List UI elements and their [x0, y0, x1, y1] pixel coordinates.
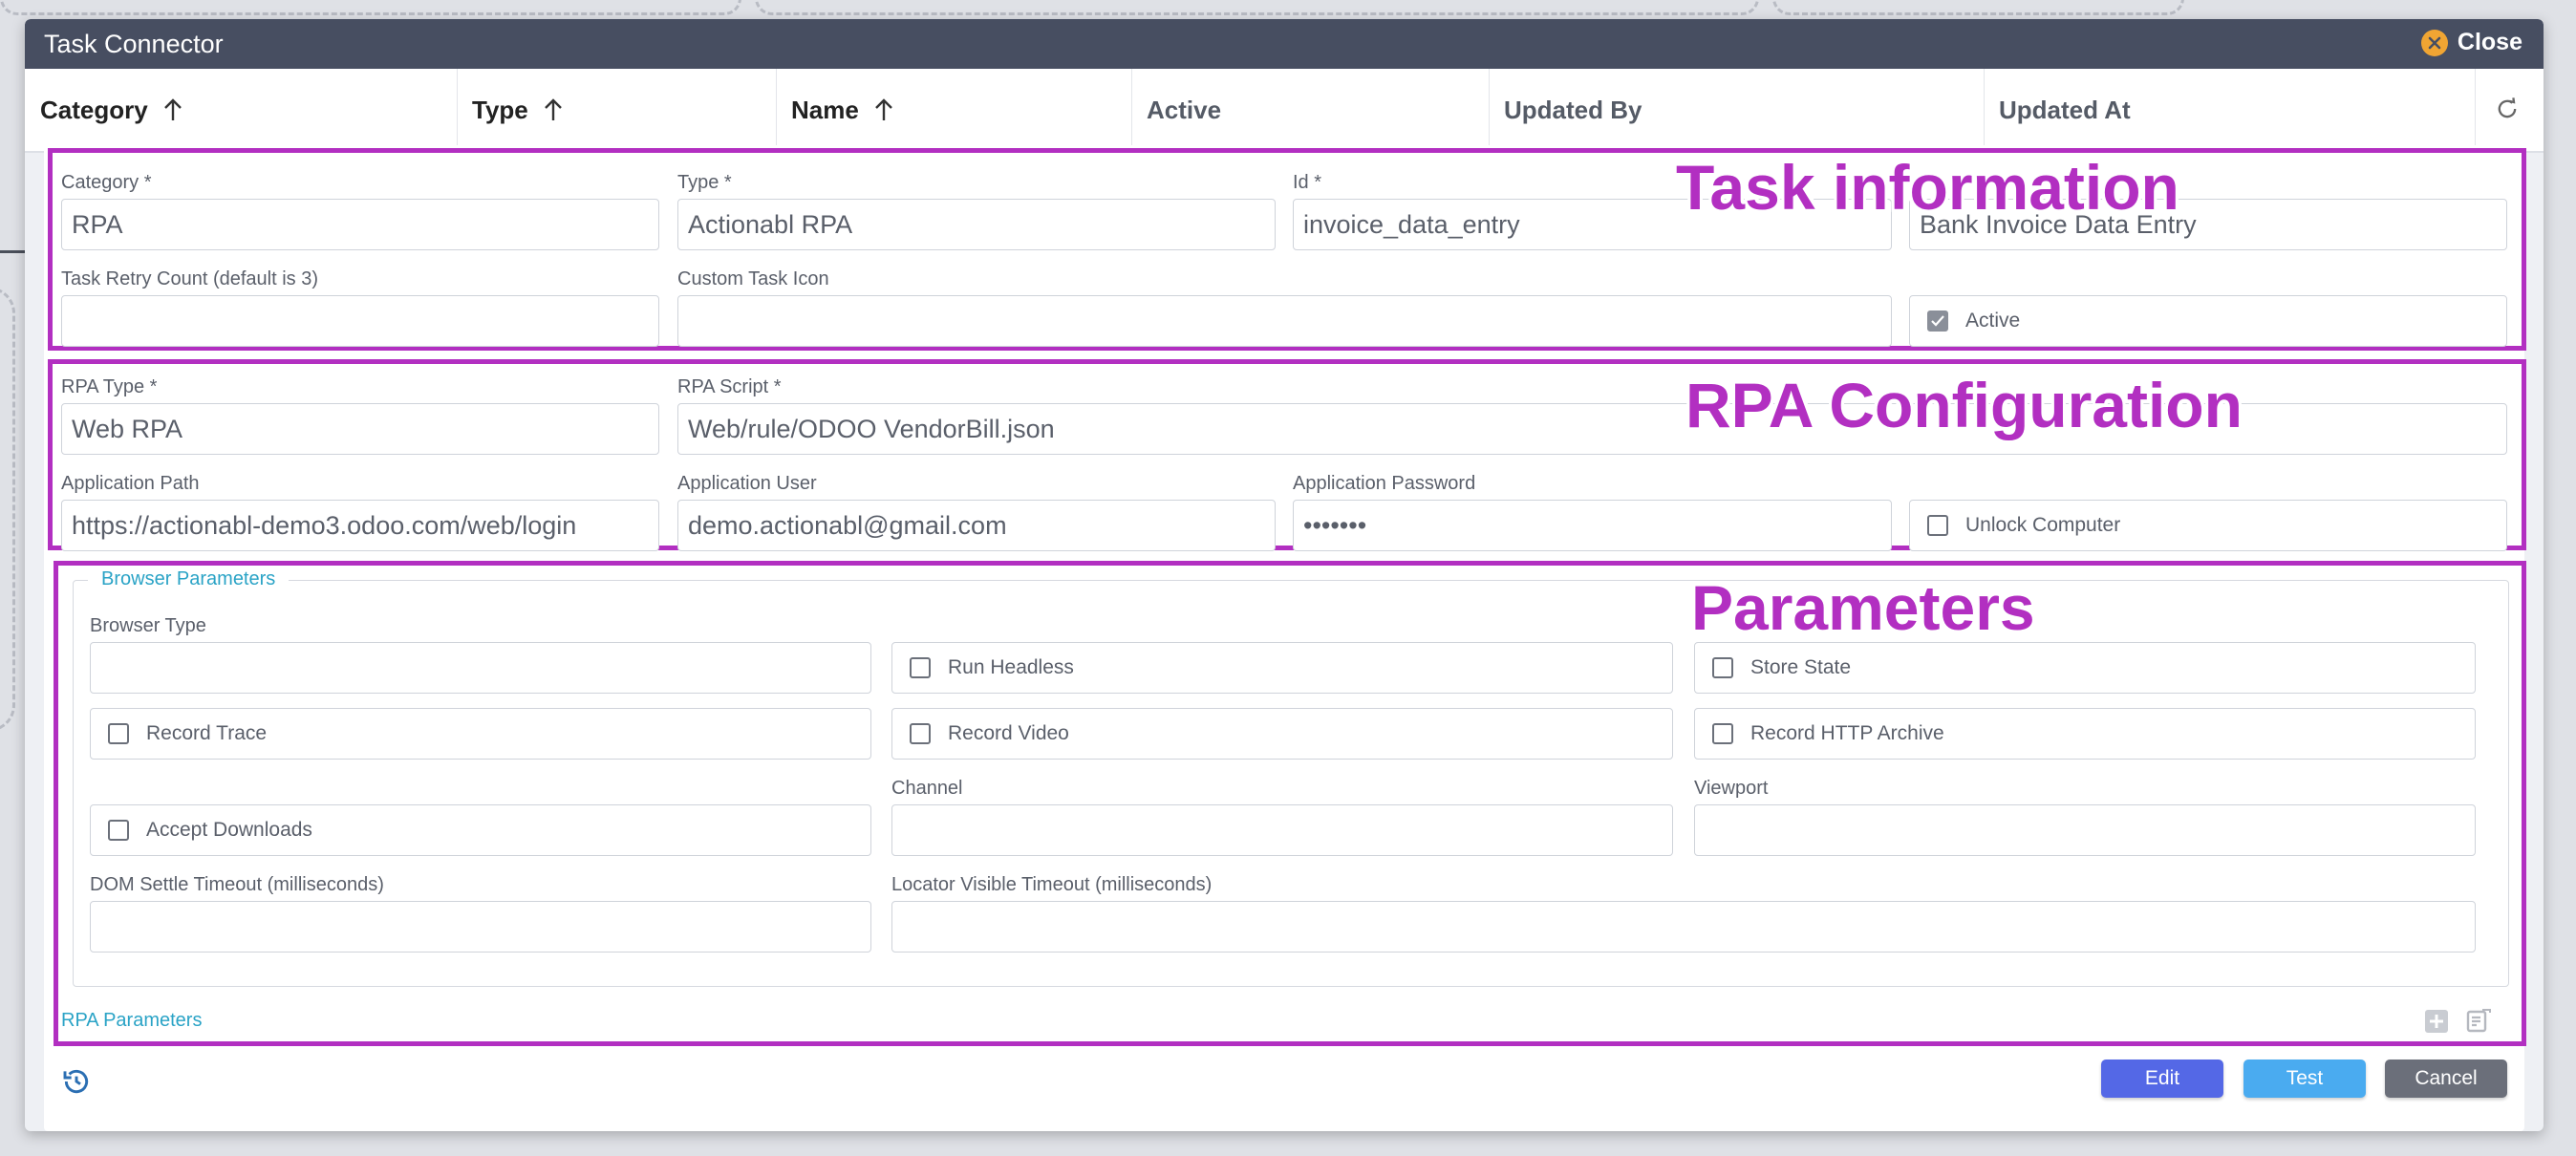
background-node [755, 0, 1759, 15]
custom-icon-field[interactable] [677, 295, 1892, 347]
unlock-computer-field: Unlock Computer [1909, 500, 2507, 551]
application-user-label: Application User [677, 473, 817, 494]
active-checkbox[interactable] [1927, 310, 1948, 332]
column-updated-by-label: Updated By [1504, 95, 1642, 124]
task-connector-dialog: Task Connector Close Category Type Name … [25, 19, 2544, 1131]
column-active-label: Active [1147, 95, 1222, 124]
store-state-label: Store State [1750, 656, 1852, 678]
dialog-titlebar: Task Connector Close [25, 19, 2544, 69]
column-name[interactable]: Name [776, 69, 1132, 151]
type-field[interactable]: Actionabl RPA [677, 199, 1276, 250]
column-updated-at-label: Updated At [1999, 95, 2131, 124]
column-category-label: Category [40, 95, 148, 124]
locator-visible-timeout-field[interactable] [891, 901, 2476, 953]
record-trace-field: Record Trace [90, 708, 871, 760]
task-retry-field[interactable] [61, 295, 659, 347]
edit-parameters-icon[interactable] [2465, 1007, 2492, 1038]
annotation-task-information: Task information [1676, 152, 2179, 223]
active-label: Active [1965, 310, 2021, 332]
channel-field[interactable] [891, 804, 1673, 856]
record-http-archive-field: Record HTTP Archive [1694, 708, 2476, 760]
browser-type-field[interactable] [90, 642, 871, 694]
close-label: Close [2457, 29, 2522, 55]
rpa-script-label: RPA Script * [677, 376, 782, 397]
accept-downloads-checkbox[interactable] [108, 820, 129, 841]
test-button[interactable]: Test [2243, 1060, 2366, 1098]
column-active[interactable]: Active [1131, 69, 1490, 151]
column-type-label: Type [472, 95, 528, 124]
browser-type-label: Browser Type [90, 615, 206, 636]
id-label: Id * [1293, 172, 1322, 193]
type-label: Type * [677, 172, 732, 193]
viewport-field[interactable] [1694, 804, 2476, 856]
column-name-label: Name [791, 95, 859, 124]
run-headless-label: Run Headless [948, 656, 1074, 678]
add-parameter-icon[interactable] [2424, 1009, 2449, 1038]
background-node [0, 287, 15, 732]
dom-settle-timeout-field[interactable] [90, 901, 871, 953]
application-path-label: Application Path [61, 473, 200, 494]
channel-label: Channel [891, 778, 963, 799]
record-http-archive-checkbox[interactable] [1712, 723, 1733, 744]
close-icon [2420, 29, 2448, 56]
cancel-button[interactable]: Cancel [2385, 1060, 2507, 1098]
application-password-label: Application Password [1293, 473, 1476, 494]
history-icon[interactable] [61, 1066, 92, 1102]
background-connector [0, 250, 25, 253]
dialog-title: Task Connector [44, 30, 224, 58]
annotation-rpa-configuration: RPA Configuration [1685, 370, 2243, 440]
dom-settle-timeout-label: DOM Settle Timeout (milliseconds) [90, 874, 384, 895]
sort-ascending-icon[interactable] [872, 97, 895, 122]
column-updated-at[interactable]: Updated At [1984, 69, 2476, 151]
close-button[interactable]: Close [2420, 29, 2522, 56]
browser-parameters-legend: Browser Parameters [88, 568, 290, 590]
rpa-type-field[interactable]: Web RPA [61, 403, 659, 455]
active-field: Active [1909, 295, 2507, 347]
locator-visible-timeout-label: Locator Visible Timeout (milliseconds) [891, 874, 1213, 895]
rpa-type-label: RPA Type * [61, 376, 158, 397]
background-node [1772, 0, 2184, 15]
application-path-field[interactable]: https://actionabl-demo3.odoo.com/web/log… [61, 500, 659, 551]
custom-icon-label: Custom Task Icon [677, 268, 829, 289]
run-headless-checkbox[interactable] [910, 657, 931, 678]
background-node [0, 0, 741, 15]
record-http-archive-label: Record HTTP Archive [1750, 722, 1944, 744]
record-trace-label: Record Trace [146, 722, 268, 744]
record-video-field: Record Video [891, 708, 1673, 760]
column-type[interactable]: Type [457, 69, 777, 151]
store-state-checkbox[interactable] [1712, 657, 1733, 678]
unlock-computer-checkbox[interactable] [1927, 515, 1948, 536]
annotation-parameters: Parameters [1691, 572, 2035, 643]
sort-ascending-icon[interactable] [542, 97, 565, 122]
store-state-field: Store State [1694, 642, 2476, 694]
column-updated-by[interactable]: Updated By [1489, 69, 1985, 151]
column-category[interactable]: Category [25, 69, 458, 151]
application-user-field[interactable]: demo.actionabl@gmail.com [677, 500, 1276, 551]
record-video-label: Record Video [948, 722, 1069, 744]
unlock-computer-label: Unlock Computer [1965, 514, 2121, 536]
table-header: Category Type Name Active Updated By Upd… [25, 69, 2544, 153]
accept-downloads-label: Accept Downloads [146, 819, 312, 841]
task-form: Category * RPA Type * Actionabl RPA Id *… [44, 145, 2526, 1131]
application-password-field[interactable]: ••••••• [1293, 500, 1892, 551]
task-retry-label: Task Retry Count (default is 3) [61, 268, 318, 289]
viewport-label: Viewport [1694, 778, 1769, 799]
record-trace-checkbox[interactable] [108, 723, 129, 744]
run-headless-field: Run Headless [891, 642, 1673, 694]
rpa-parameters-link[interactable]: RPA Parameters [61, 1010, 202, 1032]
category-label: Category * [61, 172, 152, 193]
record-video-checkbox[interactable] [910, 723, 931, 744]
accept-downloads-field: Accept Downloads [90, 804, 871, 856]
sort-ascending-icon[interactable] [161, 97, 184, 122]
refresh-icon[interactable] [2494, 96, 2521, 127]
edit-button[interactable]: Edit [2101, 1060, 2223, 1098]
category-field[interactable]: RPA [61, 199, 659, 250]
